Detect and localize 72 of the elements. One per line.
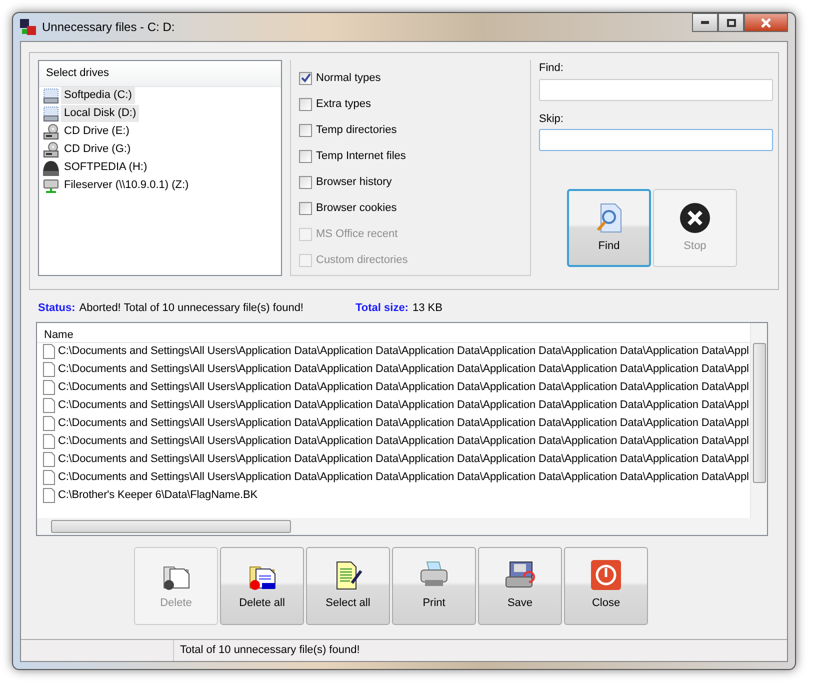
power-icon: [590, 559, 622, 592]
checkbox-label: Browser history: [316, 174, 392, 190]
toolbar-button[interactable]: Delete all: [220, 546, 304, 624]
checkbox-label: Browser cookies: [316, 200, 397, 216]
checkbox-label: Extra types: [316, 96, 372, 112]
checkbox[interactable]: [299, 176, 312, 188]
hard-drive-icon: [43, 106, 59, 122]
toolbar-button[interactable]: Select all: [306, 546, 390, 624]
checkbox[interactable]: [299, 202, 312, 214]
maximize-icon: [726, 18, 736, 26]
cd-drive-icon: [43, 124, 59, 140]
file-path[interactable]: C:\Documents and Settings\All Users\Application Data\Application Data\Application Data\Application Data\Application Data\Application Data\Appl: [58, 451, 749, 468]
drive-item[interactable]: Local Disk (D:): [61, 105, 140, 122]
drive-item[interactable]: Softpedia (C:): [61, 87, 135, 104]
drive-item[interactable]: Fileserver (\\10.9.0.1) (Z:): [61, 177, 192, 194]
document-icon: [43, 488, 55, 503]
file-path[interactable]: C:\Documents and Settings\All Users\Application Data\Application Data\Application Data\Application Data\Application Data\Application Data\Appl: [58, 397, 749, 414]
field-label: Skip:: [539, 112, 564, 126]
document-icon: [43, 362, 55, 377]
removable-drive-icon: [43, 160, 59, 176]
file-path[interactable]: C:\Documents and Settings\All Users\Application Data\Application Data\Application Data\Application Data\Application Data\Application Data\Appl: [58, 433, 749, 450]
document-icon: [43, 452, 55, 467]
checkbox-label: Temp directories: [316, 122, 397, 138]
file-path[interactable]: C:\Documents and Settings\All Users\Application Data\Application Data\Application Data\Application Data\Application Data\Application Data\Appl: [58, 379, 749, 396]
status-label: Total size:: [356, 301, 408, 316]
minimize-icon: [701, 21, 709, 24]
checkbox[interactable]: [299, 98, 312, 110]
window-title: Unnecessary files - C: D:: [42, 19, 175, 36]
vertical-scrollbar[interactable]: [750, 322, 767, 518]
document-icon: [43, 470, 55, 485]
document-icon: [43, 380, 55, 395]
checkbox[interactable]: [299, 124, 312, 136]
file-path[interactable]: C:\Documents and Settings\All Users\Application Data\Application Data\Application Data\Application Data\Application Data\Application Data\Appl: [58, 361, 749, 378]
hard-drive-icon: [43, 88, 59, 104]
cd-drive-icon: [43, 142, 59, 158]
checkbox-label: MS Office recent: [316, 226, 398, 242]
app-icon: [20, 19, 36, 35]
status-text: 13 KB: [412, 301, 442, 316]
field-label: Find:: [539, 61, 564, 76]
checkbox-label: Custom directories: [316, 252, 408, 268]
file-path[interactable]: C:\Documents and Settings\All Users\Application Data\Application Data\Application Data\Application Data\Application Data\Application Data\Appl: [58, 469, 749, 486]
toolbar-button[interactable]: Print: [392, 546, 476, 624]
drive-item[interactable]: SOFTPEDIA (H:): [61, 159, 150, 176]
checkbox-label: Normal types: [316, 70, 381, 86]
status-bar-text: Total of 10 unnecessary file(s) found!: [173, 640, 360, 661]
network-drive-icon: [43, 178, 59, 194]
close-button[interactable]: [744, 13, 788, 32]
status-text: Aborted! Total of 10 unnecessary file(s) found!: [79, 301, 304, 316]
input-field[interactable]: [539, 78, 773, 100]
file-path[interactable]: C:\Documents and Settings\All Users\Application Data\Application Data\Application Data\Application Data\Application Data\Application Data\Appl: [58, 343, 749, 360]
close-icon: [761, 18, 771, 28]
toolbar-button[interactable]: Find: [567, 189, 651, 267]
status-label: Status:: [38, 301, 76, 316]
file-path[interactable]: C:\Documents and Settings\All Users\Application Data\Application Data\Application Data\Application Data\Application Data\Application Data\Appl: [58, 415, 749, 432]
toolbar-button[interactable]: Close: [564, 546, 648, 624]
document-icon: [43, 398, 55, 413]
horizontal-scrollbar[interactable]: [37, 518, 767, 534]
input-field[interactable]: [539, 129, 773, 151]
checkbox[interactable]: [299, 72, 312, 84]
minimize-button[interactable]: [692, 13, 718, 32]
toolbar-button[interactable]: Save: [478, 546, 562, 624]
column-header: Name: [37, 322, 750, 342]
maximize-button[interactable]: [718, 13, 744, 32]
checkbox-label: Temp Internet files: [316, 148, 406, 164]
close-icon: [679, 202, 711, 234]
drive-item[interactable]: CD Drive (E:): [61, 123, 132, 140]
file-path[interactable]: C:\Brother's Keeper 6\Data\FlagName.BK: [58, 487, 258, 504]
document-icon: [43, 434, 55, 449]
document-icon: [43, 344, 55, 359]
drive-item[interactable]: CD Drive (G:): [61, 141, 134, 158]
document-icon: [43, 416, 55, 431]
checkbox[interactable]: [299, 150, 312, 162]
